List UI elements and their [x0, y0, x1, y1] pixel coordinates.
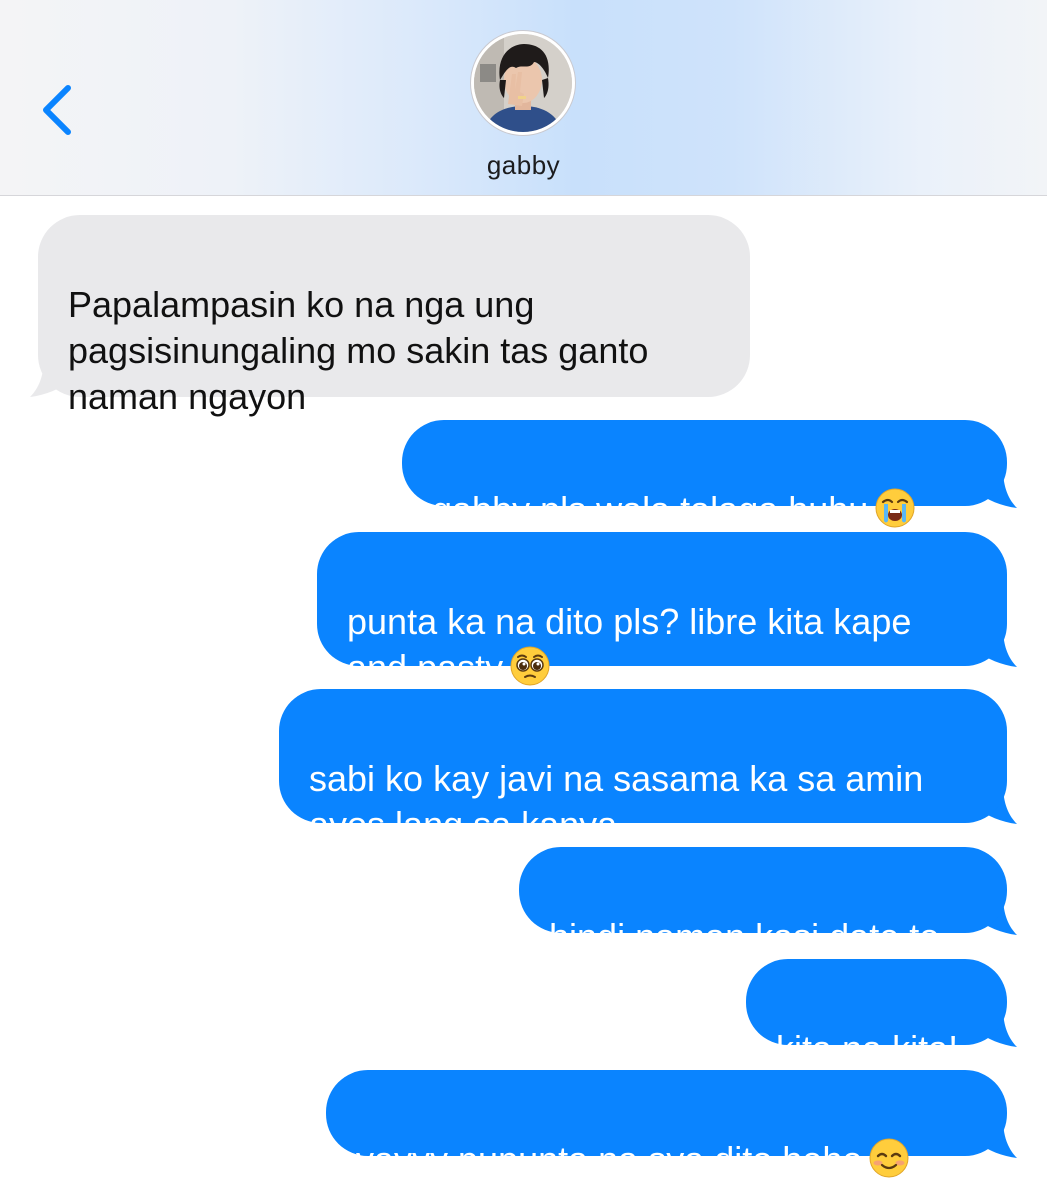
message-bubble-outgoing[interactable]: gabby pls wala talaga huhu: [402, 420, 1007, 530]
contact-name[interactable]: gabby: [0, 150, 1047, 181]
back-button[interactable]: [30, 76, 86, 144]
message-text: gabby pls wala talaga huhu: [432, 489, 869, 530]
conversation-header: gabby: [0, 0, 1047, 196]
message-text: hindi naman kasi date to: [549, 916, 940, 957]
message-text: sabi ko kay javi na sasama ka sa amin ay…: [309, 758, 924, 845]
smiling-face-icon: [869, 1138, 909, 1178]
message-bubble-outgoing[interactable]: sabi ko kay javi na sasama ka sa amin ay…: [279, 689, 1007, 845]
chevron-left-icon: [43, 85, 71, 135]
message-text: kita na kita!: [776, 1028, 959, 1069]
message-bubble-outgoing[interactable]: yayyy pupunta na sya dito hehe: [326, 1070, 1007, 1180]
loudly-crying-face-icon: [875, 488, 915, 528]
message-bubble-outgoing[interactable]: punta ka na dito pls? libre kita kape an…: [317, 532, 1007, 688]
message-bubble-incoming[interactable]: Papalampasin ko na nga ung pagsisinungal…: [38, 215, 750, 417]
pleading-face-icon: [510, 646, 550, 686]
message-bubble-outgoing[interactable]: hindi naman kasi date to: [519, 847, 1007, 957]
message-bubble-outgoing[interactable]: kita na kita!: [746, 959, 1007, 1069]
message-thread: Papalampasin ko na nga ung pagsisinungal…: [0, 197, 1047, 1200]
avatar-photo: [474, 34, 572, 132]
message-text: punta ka na dito pls? libre kita kape an…: [347, 601, 912, 688]
contact-avatar[interactable]: [471, 31, 575, 135]
message-text: yayyy pupunta na sya dito hehe: [356, 1139, 863, 1180]
message-text: Papalampasin ko na nga ung pagsisinungal…: [68, 284, 649, 417]
